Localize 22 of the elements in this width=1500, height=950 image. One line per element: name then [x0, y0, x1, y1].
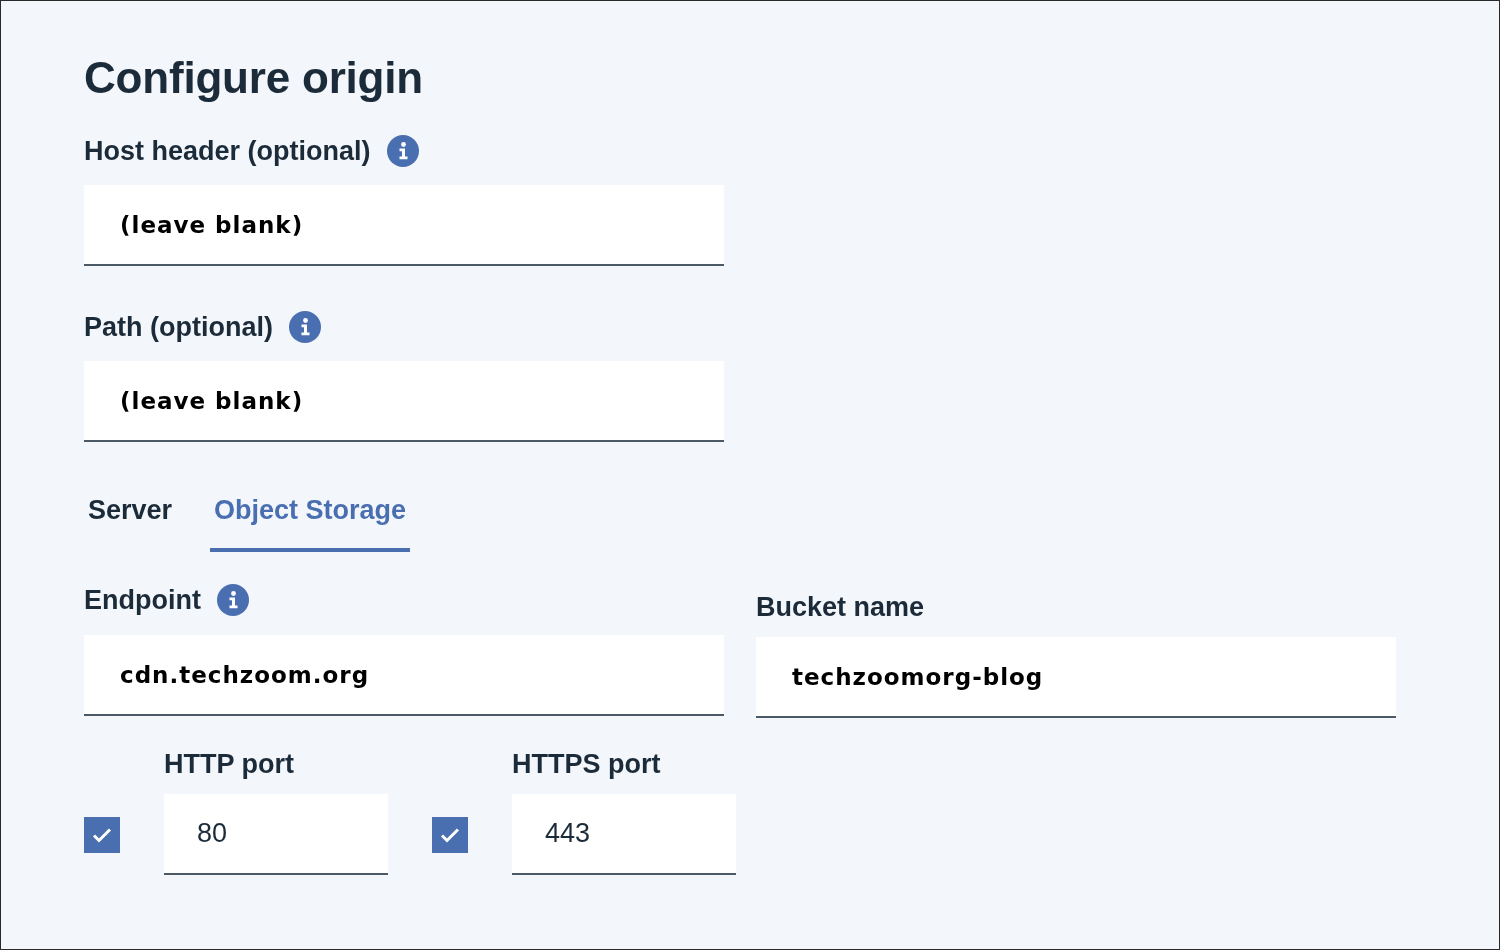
field-label: HTTPS port [512, 748, 661, 780]
info-icon[interactable] [289, 311, 321, 343]
field-label: Path (optional) [84, 311, 273, 343]
field-label: HTTP port [164, 748, 294, 780]
checkbox[interactable] [432, 816, 468, 853]
text-input[interactable]: cdn.techzoom.org [84, 635, 724, 716]
info-icon[interactable] [216, 584, 249, 616]
field-label: Bucket name [756, 591, 925, 623]
text-input[interactable]: techzoomorg-blog [756, 637, 1396, 718]
field-label: Endpoint [84, 584, 201, 616]
check-icon [92, 826, 112, 843]
page-title: Configure origin [84, 52, 423, 104]
port-input[interactable]: 80 [164, 794, 388, 875]
tab[interactable]: Object Storage [210, 472, 411, 552]
text-input[interactable]: (leave blank) [84, 361, 724, 442]
port-input[interactable]: 443 [512, 794, 736, 875]
tab[interactable]: Server [84, 472, 177, 552]
field-label: Host header (optional) [84, 135, 371, 167]
text-input[interactable]: (leave blank) [84, 185, 724, 266]
info-icon[interactable] [386, 135, 419, 167]
check-icon [440, 826, 460, 843]
checkbox[interactable] [84, 816, 120, 853]
